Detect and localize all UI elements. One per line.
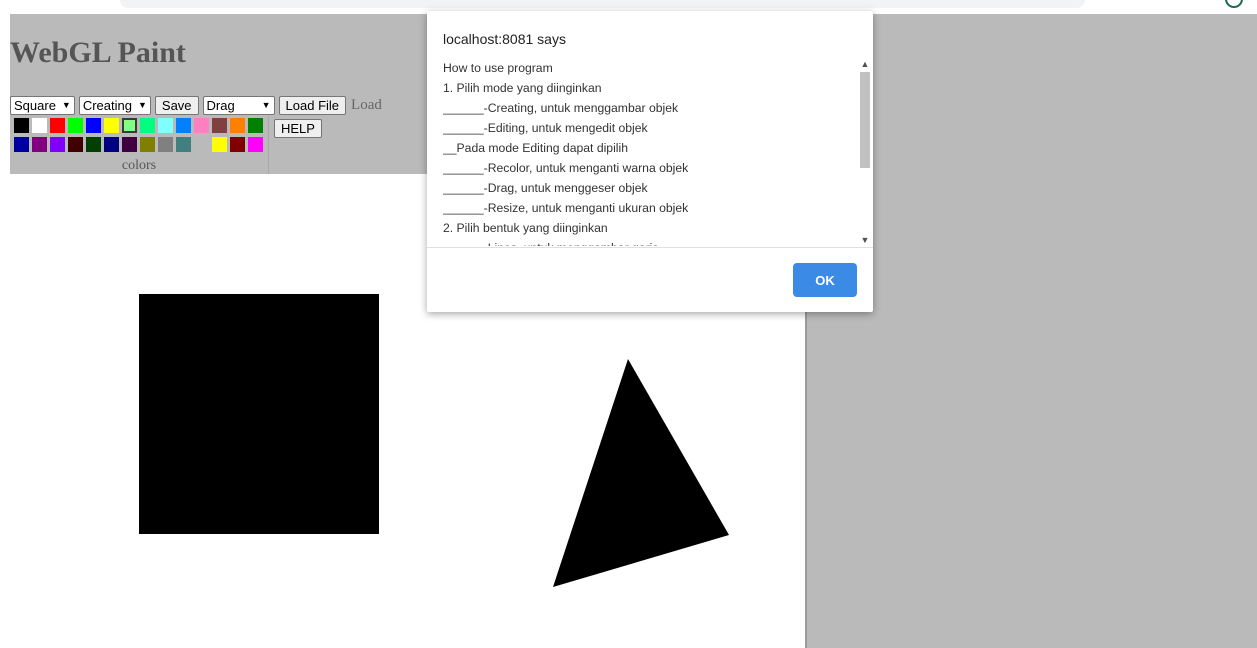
color-swatch[interactable]: [86, 118, 101, 133]
color-swatch[interactable]: [50, 137, 65, 152]
color-swatch[interactable]: [104, 118, 119, 133]
shape-select[interactable]: Square ▼: [10, 95, 75, 115]
triangle-shape[interactable]: [553, 359, 729, 587]
shape-select-value: Square: [14, 97, 56, 113]
dialog-line: ______-Editing, untuk mengedit objek: [443, 121, 648, 135]
square-shape[interactable]: [139, 294, 379, 534]
color-swatch[interactable]: [194, 118, 209, 133]
color-swatch[interactable]: [248, 137, 263, 152]
dialog-line: ______-Recolor, untuk menganti warna obj…: [443, 161, 689, 175]
color-swatch[interactable]: [230, 137, 245, 152]
dialog-scrollbar[interactable]: ▲ ▼: [858, 58, 872, 246]
color-palette: colors: [10, 116, 268, 174]
color-swatch[interactable]: [158, 118, 173, 133]
dialog-line: ______-Resize, untuk menganti ukuran obj…: [443, 201, 689, 215]
dialog-line: How to use program: [443, 61, 553, 75]
profile-icon[interactable]: [1225, 0, 1243, 8]
chevron-down-icon: ▼: [261, 100, 271, 110]
controls-row: Square ▼ Creating ▼ Save Drag ▼ Load Fil…: [10, 95, 382, 115]
dialog-line: ______-Drag, untuk menggeser objek: [443, 181, 648, 195]
color-swatch[interactable]: [68, 137, 83, 152]
dialog-title: localhost:8081 says: [443, 31, 566, 47]
color-swatch[interactable]: [194, 137, 209, 152]
color-swatch[interactable]: [14, 118, 29, 133]
color-swatch[interactable]: [176, 118, 191, 133]
palette-divider: [268, 116, 269, 174]
color-swatch[interactable]: [140, 137, 155, 152]
color-swatch[interactable]: [140, 118, 155, 133]
color-swatch[interactable]: [50, 118, 65, 133]
chevron-down-icon[interactable]: ▼: [858, 234, 872, 246]
color-swatch[interactable]: [122, 118, 137, 133]
chevron-up-icon[interactable]: ▲: [858, 58, 872, 70]
edit-select[interactable]: Drag ▼: [202, 95, 275, 115]
chevron-down-icon: ▼: [137, 100, 147, 110]
dialog-line: ______-Creating, untuk menggambar objek: [443, 101, 679, 115]
dialog-divider: [427, 247, 873, 248]
color-swatch[interactable]: [248, 118, 263, 133]
color-swatch[interactable]: [176, 137, 191, 152]
ok-button[interactable]: OK: [793, 263, 857, 297]
color-swatch[interactable]: [230, 118, 245, 133]
page-left-gap: [0, 14, 10, 174]
mode-select-value: Creating: [82, 97, 132, 113]
edit-select-value: Drag: [206, 97, 235, 113]
chevron-down-icon: ▼: [61, 100, 71, 110]
load-file-button[interactable]: Load File: [278, 95, 347, 115]
page-title: WebGL Paint: [10, 36, 186, 69]
save-button[interactable]: Save: [154, 95, 199, 115]
alert-dialog: localhost:8081 says How to use program 1.…: [427, 11, 873, 312]
color-swatch[interactable]: [212, 137, 227, 152]
color-swatch[interactable]: [68, 118, 83, 133]
color-swatch[interactable]: [14, 137, 29, 152]
color-swatch[interactable]: [86, 137, 101, 152]
dialog-line: __Pada mode Editing dapat dipilih: [443, 141, 628, 155]
help-button[interactable]: HELP: [274, 119, 322, 138]
color-swatch[interactable]: [158, 137, 173, 152]
color-swatch[interactable]: [212, 118, 227, 133]
color-swatch[interactable]: [32, 137, 47, 152]
palette-label: colors: [121, 158, 157, 173]
load-label: Load: [351, 96, 382, 113]
mode-select[interactable]: Creating ▼: [78, 95, 151, 115]
color-swatch[interactable]: [32, 118, 47, 133]
scrollbar-thumb[interactable]: [860, 72, 870, 168]
dialog-line: 1. Pilih mode yang diinginkan: [443, 81, 602, 95]
dialog-message: How to use program 1. Pilih mode yang dii…: [443, 60, 857, 246]
color-swatch[interactable]: [122, 137, 137, 152]
address-bar-edge: [120, 0, 1085, 8]
color-swatch[interactable]: [104, 137, 119, 152]
dialog-line: 2. Pilih bentuk yang diinginkan: [443, 221, 608, 235]
dialog-line: ______-Lines, untuk menggambar garis: [443, 240, 857, 246]
